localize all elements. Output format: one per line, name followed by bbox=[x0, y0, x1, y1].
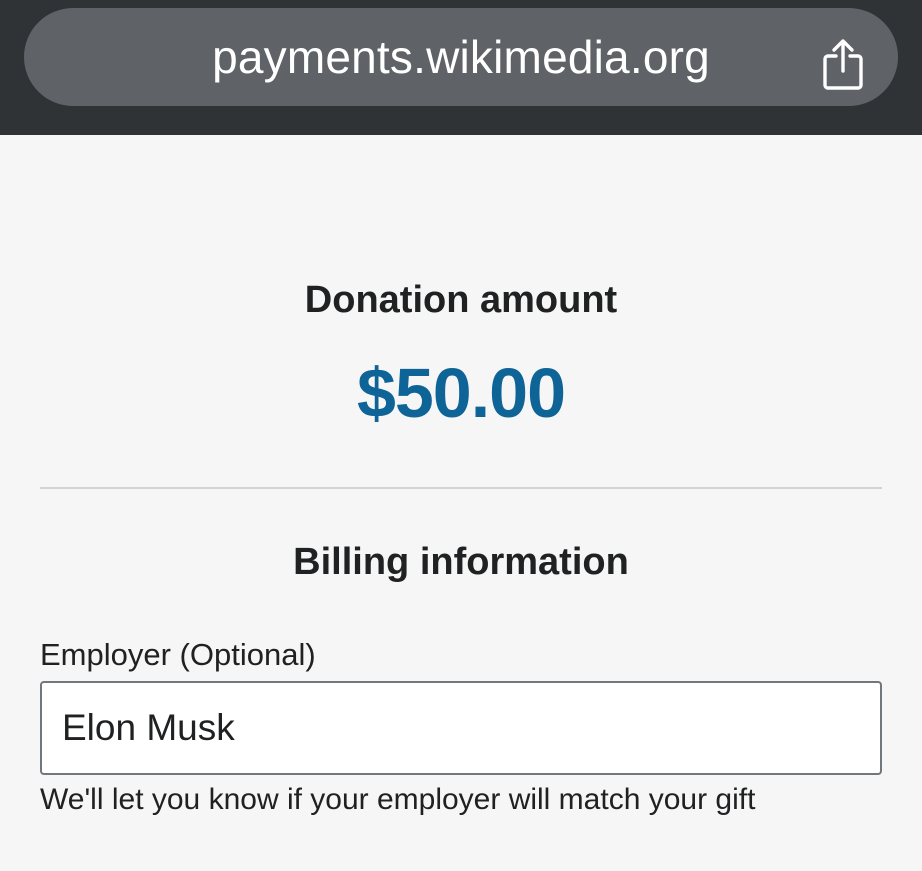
browser-toolbar: payments.wikimedia.org bbox=[0, 0, 922, 135]
employer-input[interactable] bbox=[40, 681, 882, 775]
employer-match-helper-text: We'll let you know if your employer will… bbox=[40, 783, 756, 816]
payment-form: Donation amount $50.00 Billing informati… bbox=[0, 135, 922, 871]
employer-label: Employer (Optional) bbox=[40, 637, 316, 672]
billing-information-heading: Billing information bbox=[293, 541, 629, 583]
address-bar[interactable]: payments.wikimedia.org bbox=[24, 8, 898, 106]
share-icon[interactable] bbox=[820, 36, 866, 92]
section-divider bbox=[40, 487, 882, 489]
url-text[interactable]: payments.wikimedia.org bbox=[24, 8, 898, 106]
donation-amount-label: Donation amount bbox=[304, 279, 618, 321]
donation-amount-value: $50.00 bbox=[356, 354, 566, 432]
